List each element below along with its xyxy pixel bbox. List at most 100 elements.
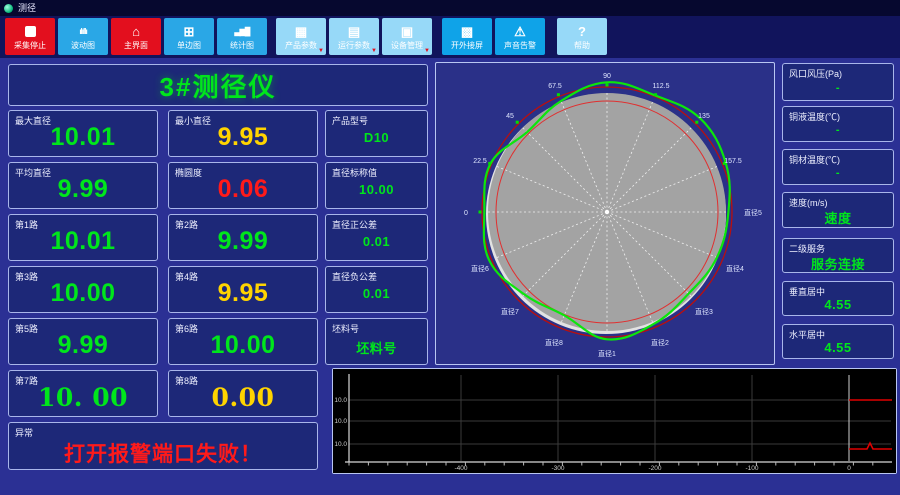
siren-icon: ⚠	[514, 23, 526, 39]
polar-angle-label: 135	[698, 113, 710, 120]
help-button[interactable]: ? 帮助	[557, 18, 607, 55]
cell-value: 服务连接	[810, 257, 865, 272]
cell-value: 9.95	[217, 279, 269, 307]
cross-section-polar-chart: 0 22.5 45 67.5 90 112.5 135 157.5 直径5 直径…	[464, 73, 762, 358]
trend-x-label: -300	[551, 465, 564, 472]
cell-channel-2: 第2路 9.99	[168, 214, 318, 261]
cell-channel-3: 第3路 10.00	[8, 266, 158, 313]
run-params-button[interactable]: ▤ 运行参数 ▼	[329, 18, 379, 55]
sensor-speed: 速度(m/s) 速度	[782, 192, 894, 228]
product-params-button[interactable]: ▦ 产品参数 ▼	[276, 18, 326, 55]
help-icon: ?	[578, 23, 586, 39]
external-screen-button[interactable]: ▩ 开外接屏	[442, 18, 492, 55]
run-params-icon: ▤	[347, 23, 361, 39]
stop-capture-button[interactable]: 采集停止	[5, 18, 55, 55]
cell-value: 9.99	[57, 331, 109, 359]
cell-value: 坯料号	[356, 341, 397, 356]
button-label: 主界面	[124, 40, 148, 50]
titlebar: 测径	[0, 0, 900, 16]
cell-value: -	[835, 124, 841, 136]
stop-icon	[24, 24, 36, 39]
cell-channel-5: 第5路 9.99	[8, 318, 158, 365]
vertical-centering: 垂直居中 4.55	[782, 281, 894, 316]
polar-diameter-label: 直径4	[726, 264, 744, 273]
single-edge-chart-button[interactable]: ⊞ 单边图	[164, 18, 214, 55]
cell-max-diameter: 最大直径 10.01	[8, 110, 158, 157]
button-label: 产品参数	[285, 40, 317, 50]
gauge-title: 3#测径仪	[8, 64, 428, 106]
cell-nominal-diameter: 直径标称值 10.00	[325, 162, 428, 209]
polar-angle-label: 157.5	[724, 158, 742, 165]
product-params-icon: ▦	[294, 23, 308, 39]
cell-label: 产品型号	[332, 116, 369, 126]
button-label: 采集停止	[14, 40, 46, 50]
cell-label: 铜材温度(℃)	[789, 155, 840, 165]
sound-alarm-button[interactable]: ⚠ 声音告警	[495, 18, 545, 55]
cell-value: 10.00	[358, 182, 395, 197]
cell-channel-8: 第8路 0.00	[168, 370, 318, 417]
toolbar: 采集停止 ılıllı 波动图 ⌂ 主界面 ⊞ 单边图 ▃▆█ 统计图 ▦ 产品…	[0, 16, 900, 58]
polar-angle-label: 90	[603, 73, 611, 80]
main-screen-button[interactable]: ⌂ 主界面	[111, 18, 161, 55]
wave-chart-button[interactable]: ılıllı 波动图	[58, 18, 108, 55]
button-label: 统计图	[230, 40, 254, 50]
cell-value: 4.55	[824, 297, 852, 312]
polar-angle-label: 112.5	[653, 83, 670, 90]
button-label: 波动图	[71, 40, 95, 50]
cell-channel-4: 第4路 9.95	[168, 266, 318, 313]
polar-angle-label: 45	[506, 113, 514, 120]
cell-value: -	[835, 167, 841, 179]
cell-label: 坯料号	[332, 324, 360, 334]
cross-section-panel: 0 22.5 45 67.5 90 112.5 135 157.5 直径5 直径…	[435, 62, 775, 365]
trend-x-label: -100	[745, 465, 758, 472]
bar-chart-icon: ▃▆█	[234, 26, 251, 36]
dropdown-arrow-icon: ▼	[371, 48, 377, 54]
cell-channel-7: 第7路 10. 00	[8, 370, 158, 417]
cell-value: 0.06	[217, 175, 269, 203]
statistics-chart-button[interactable]: ▃▆█ 统计图	[217, 18, 267, 55]
device-manage-button[interactable]: ▣ 设备管理 ▼	[382, 18, 432, 55]
cell-value: 0.01	[362, 286, 391, 301]
trend-x-label: -400	[454, 465, 467, 472]
cell-product-model: 产品型号 D10	[325, 110, 428, 157]
trend-x-label: -200	[648, 465, 661, 472]
cell-tolerance-plus: 直径正公差 0.01	[325, 214, 428, 261]
diameter-gauge-app: { "window": { "title": "测径" }, "toolbar"…	[0, 0, 900, 495]
cell-value: 速度	[824, 211, 852, 226]
trend-y-label: 10.0	[334, 397, 347, 404]
cell-avg-diameter: 平均直径 9.99	[8, 162, 158, 209]
polar-diameter-label: 直径6	[471, 264, 489, 273]
polar-diameter-label: 直径1	[598, 349, 616, 358]
cell-value: 10.01	[50, 123, 116, 151]
horizontal-centering: 水平居中 4.55	[782, 324, 894, 359]
button-label: 声音告警	[504, 40, 536, 50]
cell-min-diameter: 最小直径 9.95	[168, 110, 318, 157]
cell-channel-1: 第1路 10.01	[8, 214, 158, 261]
cell-label: 直径正公差	[332, 220, 378, 230]
polar-angle-label: 67.5	[548, 83, 562, 90]
button-label: 单边图	[177, 40, 201, 50]
sensor-copper-material-temp: 铜材温度(℃) -	[782, 149, 894, 185]
alarm-box: 异常 打开报警端口失败！	[8, 422, 318, 470]
cell-value: 9.95	[217, 123, 269, 151]
cell-value: 9.99	[57, 175, 109, 203]
trend-x-label: 0	[847, 465, 851, 472]
polar-diameter-label: 直径2	[651, 338, 669, 347]
cell-ovality: 椭圆度 0.06	[168, 162, 318, 209]
trend-y-label: 10.0	[334, 441, 347, 448]
app-icon	[4, 3, 13, 13]
device-icon: ▣	[400, 23, 414, 39]
cell-value: 10. 00	[38, 383, 128, 412]
quad-view-icon: ⊞	[183, 23, 195, 39]
button-label: 开外接屏	[451, 40, 483, 50]
trend-chart: 10.0 10.0 10.0 -400 -300 -200 -100 0	[333, 369, 896, 473]
cell-value: -	[835, 82, 841, 94]
cell-value: 4.55	[824, 340, 852, 355]
button-label: 设备管理	[391, 40, 423, 50]
polar-angle-label: 0	[464, 210, 468, 217]
cell-label: 风口风压(Pa)	[789, 69, 843, 79]
cell-channel-6: 第6路 10.00	[168, 318, 318, 365]
home-icon: ⌂	[132, 23, 140, 39]
trend-y-label: 10.0	[334, 418, 347, 425]
sensor-copper-liquid-temp: 铜液温度(℃) -	[782, 106, 894, 142]
